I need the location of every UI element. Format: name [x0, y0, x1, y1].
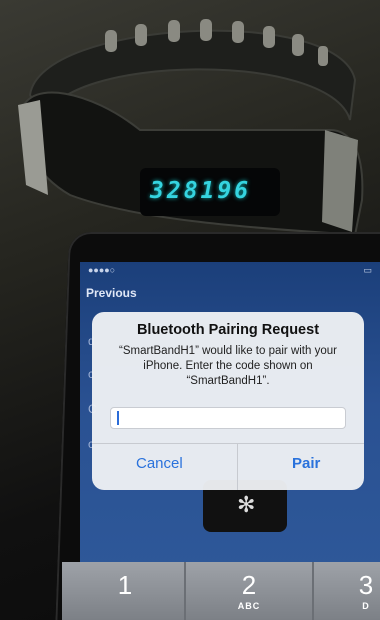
text-caret: [117, 411, 119, 425]
key-number: 2: [241, 570, 257, 600]
key-letters: ABC: [237, 601, 261, 611]
divider: [237, 443, 238, 490]
key-number: 1: [117, 570, 133, 600]
battery-icon: ▭: [363, 265, 372, 275]
photo: 328196 ●●●●○ ▭ Previous d c C c ✻ Blueto…: [0, 0, 380, 620]
nav-bar: Previous: [80, 280, 380, 306]
dialog-message: “SmartBandH1” would like to pair with yo…: [119, 345, 337, 387]
signal-icon: ●●●●○: [88, 265, 116, 275]
key-1[interactable]: 1: [90, 562, 160, 620]
key-letters: D: [362, 601, 370, 611]
divider: [92, 443, 364, 444]
key-number: 3: [358, 570, 374, 600]
dialog-title: Bluetooth Pairing Request: [136, 322, 320, 338]
fitness-band: 328196: [0, 0, 380, 250]
divider: [312, 562, 314, 620]
bluetooth-pairing-dialog: Bluetooth Pairing Request “SmartBandH1” …: [92, 312, 364, 490]
pairing-code-input[interactable]: [110, 407, 346, 429]
key-3[interactable]: 3 D: [352, 562, 380, 620]
status-bar: ●●●●○ ▭: [80, 262, 380, 278]
divider: [184, 562, 186, 620]
band-display-code: 328196: [150, 178, 252, 204]
spinner-icon: ✻: [237, 492, 256, 517]
back-button[interactable]: Previous: [86, 286, 137, 300]
pair-button[interactable]: Pair: [292, 455, 320, 472]
cancel-button[interactable]: Cancel: [136, 455, 183, 472]
key-2[interactable]: 2 ABC: [214, 562, 284, 620]
